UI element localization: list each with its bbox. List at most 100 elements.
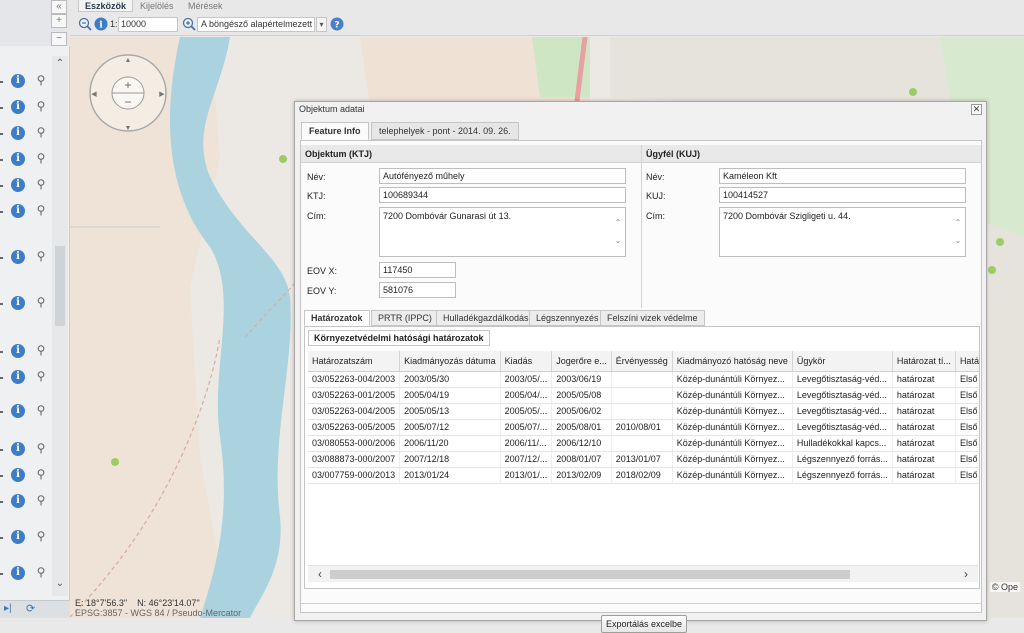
tab-meresek[interactable]: Mérések [182,0,229,12]
column-header[interactable]: Érvényesség [611,351,673,372]
tab-felszini-vizek[interactable]: Felszíni vizek védelme [600,310,705,326]
chevron-down-icon[interactable]: ▾ [316,17,327,32]
help-icon[interactable]: ? [330,17,344,31]
table-cell: Első [955,403,979,420]
zoom-to-layer-icon[interactable]: ⚲ [34,177,48,191]
info-icon[interactable]: i [11,296,25,310]
tab-hulladekgazdalkodas[interactable]: Hulladékgazdálkodás [436,310,536,326]
zoom-to-layer-icon[interactable]: ⚲ [34,73,48,87]
zoom-in-icon[interactable] [182,17,196,31]
ktj-field[interactable]: 100689344 [379,187,626,203]
tab-legszennyezes[interactable]: Légszennyezés [529,310,606,326]
client-name-field[interactable]: Kaméleon Kft [719,168,966,184]
info-icon[interactable]: i [11,100,25,114]
scroll-right-arrow-icon[interactable]: › [964,567,968,581]
kuj-field[interactable]: 100414527 [719,187,966,203]
eovy-field[interactable]: 581076 [379,282,456,298]
zoom-to-layer-icon[interactable]: ⚲ [34,493,48,507]
zoom-to-layer-icon[interactable]: ⚲ [34,369,48,383]
table-row[interactable]: 03/052263-001/2005 2005/04/19 2005/04/... 2… [308,387,979,404]
eovy-label: EOV Y: [307,286,337,296]
info-icon[interactable]: i [11,152,25,166]
scrollbar-thumb[interactable] [55,246,65,326]
refresh-icon[interactable]: ⟳ [26,602,35,615]
table-cell: határozat [892,467,956,484]
info-icon[interactable]: i [11,74,25,88]
column-header[interactable]: Kiadmányozó hatóság neve [672,351,793,372]
tab-kornyezetvedelmi-hatarozatok[interactable]: Környezetvédelmi hatósági határozatok [308,330,490,346]
info-icon[interactable]: i [11,566,25,580]
collapse-all-button[interactable]: − [51,32,67,46]
tree-connector [0,537,3,539]
zoom-to-layer-icon[interactable]: ⚲ [34,343,48,357]
table-row[interactable]: 03/080553-000/2006 2006/11/20 2006/11/... 2… [308,435,979,452]
table-cell: határozat [892,403,956,420]
zoom-to-layer-icon[interactable]: ⚲ [34,441,48,455]
info-icon[interactable]: i [11,494,25,508]
tab-prtr[interactable]: PRTR (IPPC) [371,310,439,326]
tab-feature-info[interactable]: Feature Info [301,122,369,140]
info-icon[interactable]: i [11,204,25,218]
column-header[interactable]: Kiadás [500,351,553,372]
last-page-icon[interactable]: ▸| [4,603,12,614]
tab-hatarozatok[interactable]: Határozatok [304,310,370,326]
expand-all-button[interactable]: + [51,14,67,28]
pan-zoom-control[interactable]: + − ▲ ▼ ◀ ▶ [88,53,168,133]
zoom-to-layer-icon[interactable]: ⚲ [34,99,48,113]
table-row[interactable]: 03/052263-004/2005 2005/05/13 2005/05/... 2… [308,403,979,420]
eovx-field[interactable]: 117450 [379,262,456,278]
scroll-down-arrow-icon[interactable]: ⌄ [953,236,963,245]
scroll-up-arrow-icon[interactable]: ⌃ [52,58,68,69]
zoom-to-layer-icon[interactable]: ⚲ [34,151,48,165]
table-row[interactable]: 03/088873-000/2007 2007/12/18 2007/12/... 2… [308,451,979,468]
table-row[interactable]: 03/052263-004/2003 2003/05/30 2003/05/... 2… [308,371,979,388]
zoom-to-layer-icon[interactable]: ⚲ [34,203,48,217]
close-icon[interactable]: ✕ [971,104,982,115]
info-icon[interactable]: i [11,530,25,544]
table-row[interactable]: 03/007759-000/2013 2013/01/24 2013/01/... 2… [308,467,979,484]
zoom-to-layer-icon[interactable]: ⚲ [34,295,48,309]
column-header[interactable]: Határozatszám [308,351,401,372]
tab-eszkozok[interactable]: Eszközök [78,0,134,12]
map-attribution[interactable]: © Ope [989,582,1020,592]
info-icon[interactable]: i [11,250,25,264]
object-address-field[interactable]: 7200 Dombóvár Gunarasi út 13. ⌃ ⌄ [379,207,626,257]
attribution-text[interactable]: © Ope [992,582,1018,592]
zoom-to-layer-icon[interactable]: ⚲ [34,529,48,543]
info-icon[interactable]: i [11,404,25,418]
collapse-panel-button[interactable]: « [51,0,67,14]
client-address-field[interactable]: 7200 Dombóvár Szigligeti u. 44. ⌃ ⌄ [719,207,966,257]
zoom-to-layer-icon[interactable]: ⚲ [34,403,48,417]
column-header[interactable]: Jogerőre e... [551,351,612,372]
info-icon[interactable]: i [11,126,25,140]
info-icon[interactable]: i [11,442,25,456]
zoom-to-layer-icon[interactable]: ⚲ [34,565,48,579]
info-icon[interactable]: i [11,344,25,358]
scroll-down-arrow-icon[interactable]: ⌄ [52,578,68,589]
column-header[interactable]: Ügykör [792,351,893,372]
scroll-up-arrow-icon[interactable]: ⌃ [953,218,963,227]
layer-panel-scrollbar[interactable]: ⌃ ⌄ [52,56,68,596]
horizontal-scrollbar[interactable]: ‹ › [308,565,978,582]
column-header[interactable]: Hatá [955,351,979,372]
object-name-field[interactable]: Autófényező műhely [379,168,626,184]
scroll-down-arrow-icon[interactable]: ⌄ [613,236,623,245]
zoom-to-layer-icon[interactable]: ⚲ [34,125,48,139]
info-icon[interactable]: i [11,178,25,192]
scroll-up-arrow-icon[interactable]: ⌃ [613,218,623,227]
scroll-left-arrow-icon[interactable]: ‹ [318,567,322,581]
horizontal-scrollbar-thumb[interactable] [330,570,850,579]
column-header[interactable]: Határozat tí... [892,351,956,372]
projection-select[interactable]: A böngésző alapértelmezett n [197,17,315,32]
zoom-out-icon[interactable] [78,17,92,31]
column-header[interactable]: Kiadmányozás dátuma [399,351,501,372]
info-icon[interactable]: i [11,468,25,482]
table-row[interactable]: 03/052263-005/2005 2005/07/12 2005/07/... 2… [308,419,979,436]
zoom-to-layer-icon[interactable]: ⚲ [34,249,48,263]
info-icon[interactable]: i [94,17,108,31]
zoom-to-layer-icon[interactable]: ⚲ [34,467,48,481]
scale-input[interactable]: 10000 [118,17,178,32]
tab-telephelyek[interactable]: telephelyek - pont - 2014. 09. 26. [371,122,519,140]
tab-kijeloles[interactable]: Kijelölés [134,0,180,12]
info-icon[interactable]: i [11,370,25,384]
